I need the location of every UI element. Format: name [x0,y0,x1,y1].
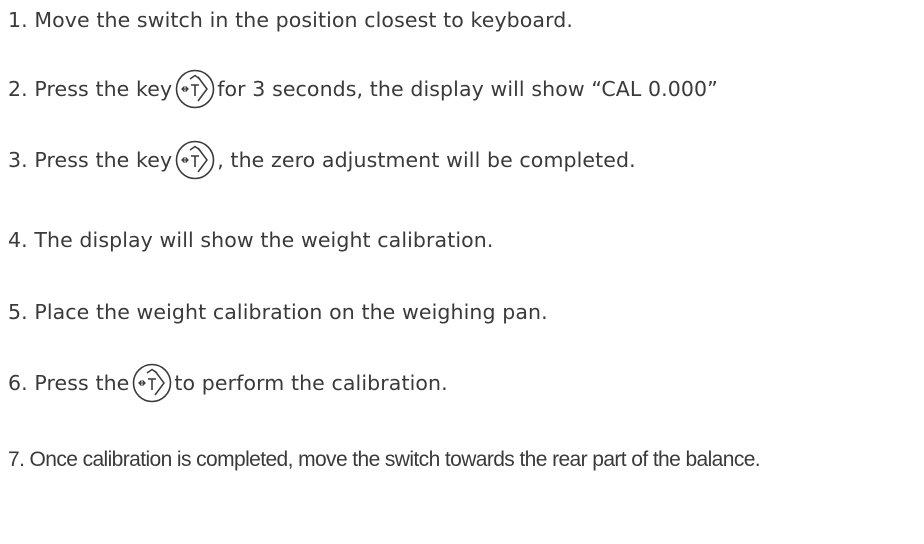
step-7-text: 7. Once calibration is completed, move t… [8,448,761,471]
step-3-text-end: , the zero adjustment will be completed. [217,148,636,172]
step-1: 1. Move the switch in the position close… [8,0,573,41]
step-3: 3. Press the key , the zero adjustment w… [8,139,636,181]
step-1-text: 1. Move the switch in the position close… [8,8,573,32]
step-7: 7. Once calibration is completed, move t… [8,439,761,481]
step-5-text: 5. Place the weight calibration on the w… [8,300,548,324]
tare-key-icon [175,69,215,109]
tare-key-icon [175,140,215,180]
step-2-text-end: for 3 seconds, the display will show “CA… [217,77,718,101]
step-4: 4. The display will show the weight cali… [8,219,494,261]
step-6: 6. Press the to perform the calibration. [8,362,448,404]
step-5: 5. Place the weight calibration on the w… [8,291,548,333]
step-6-text-end: to perform the calibration. [174,371,448,395]
tare-key-icon [132,363,172,403]
step-6-text: 6. Press the [8,371,130,395]
step-2: 2. Press the key for 3 seconds, the disp… [8,68,718,110]
step-4-text: 4. The display will show the weight cali… [8,228,494,252]
step-3-text: 3. Press the key [8,148,173,172]
step-2-text: 2. Press the key [8,77,173,101]
